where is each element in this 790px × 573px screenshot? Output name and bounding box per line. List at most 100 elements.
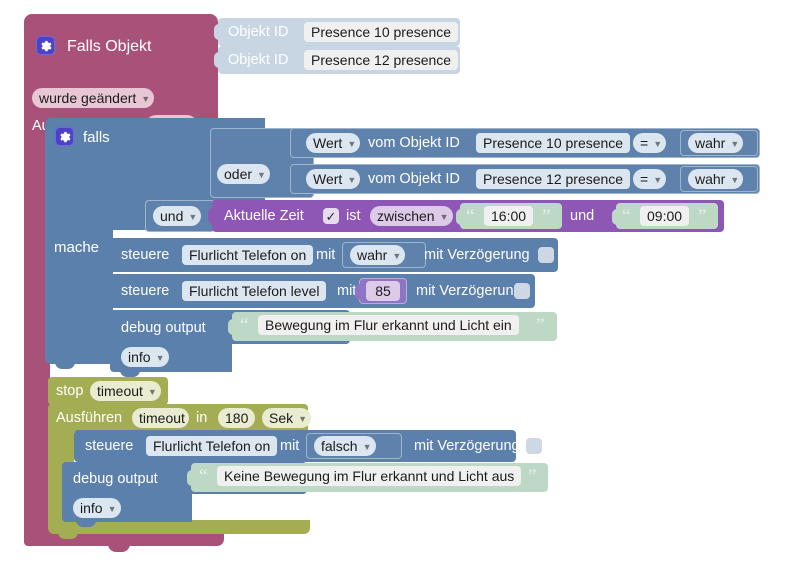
object-id-row-1-nub bbox=[214, 24, 219, 40]
comparison-1-value-label: Wert bbox=[313, 135, 343, 151]
statement-debug-1-severity-dropdown[interactable]: info ▼ bbox=[121, 347, 169, 367]
object-id-label-1: Objekt ID bbox=[228, 24, 289, 40]
trigger-change-mode-label: wurde geändert bbox=[39, 90, 137, 106]
comparison-1-comparator-label: = bbox=[640, 135, 649, 151]
time-condition-conjunction: und bbox=[570, 208, 595, 224]
statement-control-1-delay-checkbox[interactable] bbox=[538, 247, 554, 263]
chevron-down-icon: ▼ bbox=[362, 441, 372, 452]
statement-timeout-debug-severity-label: info bbox=[80, 500, 103, 516]
statement-control-1-delay-label: mit Verzögerung bbox=[424, 247, 530, 263]
comparison-1-object-id-field[interactable]: Presence 10 presence bbox=[476, 133, 631, 153]
statement-control-1-with-label: mit bbox=[316, 247, 336, 263]
chevron-down-icon: ▼ bbox=[653, 138, 663, 149]
logic-or-dropdown[interactable]: oder ▼ bbox=[217, 164, 270, 184]
statement-timeout-debug-severity-dropdown[interactable]: info ▼ bbox=[73, 498, 121, 518]
chevron-down-icon: ▼ bbox=[347, 138, 357, 149]
stop-timeout-timer-dropdown[interactable]: timeout ▼ bbox=[90, 381, 161, 401]
statement-timeout-control-verb: steuere bbox=[85, 438, 134, 454]
object-id-field-2[interactable]: Presence 12 presence bbox=[304, 50, 459, 70]
quote-open-icon: “ bbox=[622, 206, 631, 227]
trigger-bottom-nub bbox=[108, 544, 130, 552]
time-condition-checkbox[interactable]: ✓ bbox=[323, 208, 339, 224]
quote-close-icon: ” bbox=[542, 206, 551, 227]
comparison-2-from-label: vom Objekt ID bbox=[368, 171, 460, 187]
comparison-2-comparator-dropdown[interactable]: = ▼ bbox=[633, 169, 667, 189]
time-condition-mode-dropdown[interactable]: zwischen ▼ bbox=[370, 206, 453, 226]
run-timeout-delay-field[interactable]: 180 bbox=[218, 408, 256, 428]
stop-timeout-timer-label: timeout bbox=[97, 383, 143, 399]
statement-control-2-number-field[interactable]: 85 bbox=[366, 281, 400, 301]
statement-timeout-debug-text-nub bbox=[187, 470, 192, 486]
start-time-nub bbox=[456, 209, 461, 225]
statement-timeout-control-with-label: mit bbox=[280, 438, 300, 454]
comparison-1-bool-label: wahr bbox=[695, 135, 726, 151]
chevron-down-icon: ▼ bbox=[298, 413, 308, 424]
statement-timeout-debug-verb: debug output bbox=[73, 471, 158, 487]
time-condition-nub bbox=[208, 208, 213, 224]
chevron-down-icon: ▼ bbox=[141, 93, 151, 104]
chevron-down-icon: ▼ bbox=[392, 250, 402, 261]
statement-control-2-delay-label: mit Verzögerung bbox=[416, 283, 522, 299]
statement-timeout-debug-text-field[interactable]: Keine Bewegung im Flur erkannt und Licht… bbox=[217, 466, 522, 486]
statement-control-2-number-nub bbox=[355, 284, 360, 300]
statement-timeout-control-object-field[interactable]: Flurlicht Telefon on bbox=[146, 436, 278, 456]
run-timeout-unit-dropdown[interactable]: Sek ▼ bbox=[262, 408, 312, 428]
statement-debug-1-text-nub bbox=[228, 319, 233, 335]
run-timeout-timer-field[interactable]: timeout bbox=[132, 408, 189, 428]
statement-control-1-value-dropdown[interactable]: wahr ▼ bbox=[350, 245, 406, 265]
end-time-field[interactable]: 09:00 bbox=[640, 206, 690, 226]
end-time-nub bbox=[612, 209, 617, 225]
if-keyword-label: falls bbox=[83, 129, 110, 146]
comparison-2-bool-label: wahr bbox=[695, 171, 726, 187]
statement-timeout-control-value-dropdown[interactable]: falsch ▼ bbox=[314, 436, 376, 456]
statement-control-2-object-field[interactable]: Flurlicht Telefon level bbox=[182, 281, 327, 301]
start-time-field[interactable]: 16:00 bbox=[484, 206, 534, 226]
statement-control-2-verb: steuere bbox=[121, 283, 170, 299]
comparison-2-value-label: Wert bbox=[313, 171, 343, 187]
object-id-field-1[interactable]: Presence 10 presence bbox=[304, 22, 459, 42]
time-condition-is-label: ist bbox=[346, 208, 361, 224]
gear-icon[interactable] bbox=[55, 127, 74, 146]
blockly-canvas[interactable]: Falls Objekt wurde geändert ▼ Auslösung … bbox=[0, 0, 790, 573]
time-condition-mode-label: zwischen bbox=[377, 208, 435, 224]
quote-open-icon: “ bbox=[466, 206, 475, 227]
statement-control-2-delay-checkbox[interactable] bbox=[514, 283, 530, 299]
chevron-down-icon: ▼ bbox=[155, 352, 165, 363]
statement-debug-1-severity-label: info bbox=[128, 349, 151, 365]
do-keyword-label: mache bbox=[54, 239, 100, 256]
statement-debug-1-verb: debug output bbox=[121, 320, 206, 336]
logic-or-label: oder bbox=[224, 166, 253, 182]
run-timeout-in-label: in bbox=[196, 410, 208, 426]
time-condition-label: Aktuelle Zeit bbox=[224, 208, 304, 224]
comparison-1-comparator-dropdown[interactable]: = ▼ bbox=[633, 133, 667, 153]
checkmark-icon: ✓ bbox=[325, 208, 337, 224]
chevron-down-icon: ▼ bbox=[653, 174, 663, 185]
comparison-2-comparator-label: = bbox=[640, 171, 649, 187]
comparison-2-object-id-field[interactable]: Presence 12 presence bbox=[476, 169, 631, 189]
statement-control-1-object-field[interactable]: Flurlicht Telefon on bbox=[182, 245, 314, 265]
statement-timeout-control-value-label: falsch bbox=[321, 438, 358, 454]
chevron-down-icon: ▼ bbox=[730, 174, 740, 185]
trigger-title: Falls Objekt bbox=[67, 38, 152, 55]
comparison-1-bool-dropdown[interactable]: wahr ▼ bbox=[688, 133, 744, 153]
statement-timeout-control-delay-checkbox[interactable] bbox=[526, 438, 542, 454]
comparison-1-from-label: vom Objekt ID bbox=[368, 135, 460, 151]
comparison-2-bool-dropdown[interactable]: wahr ▼ bbox=[688, 169, 744, 189]
trigger-change-mode-dropdown[interactable]: wurde geändert ▼ bbox=[32, 88, 155, 108]
statement-debug-1-bottom-nub bbox=[120, 370, 140, 377]
chevron-down-icon: ▼ bbox=[107, 503, 117, 514]
quote-close-icon: ” bbox=[528, 466, 537, 487]
logic-and-label: und bbox=[160, 208, 184, 224]
quote-close-icon: ” bbox=[536, 315, 545, 336]
chevron-down-icon: ▼ bbox=[257, 169, 266, 180]
statement-control-1-value-label: wahr bbox=[357, 247, 388, 263]
statement-debug-1-text-field[interactable]: Bewegung im Flur erkannt und Licht ein bbox=[258, 315, 519, 335]
run-timeout-unit-label: Sek bbox=[269, 410, 294, 426]
logic-and-dropdown[interactable]: und ▼ bbox=[153, 206, 202, 226]
quote-open-icon: “ bbox=[199, 466, 208, 487]
comparison-1-value-dropdown[interactable]: Wert ▼ bbox=[306, 133, 361, 153]
statement-control-2-with-label: mit bbox=[337, 283, 357, 299]
stop-timeout-verb: stop bbox=[56, 383, 84, 399]
gear-icon[interactable] bbox=[36, 36, 55, 55]
comparison-2-value-dropdown[interactable]: Wert ▼ bbox=[306, 169, 361, 189]
